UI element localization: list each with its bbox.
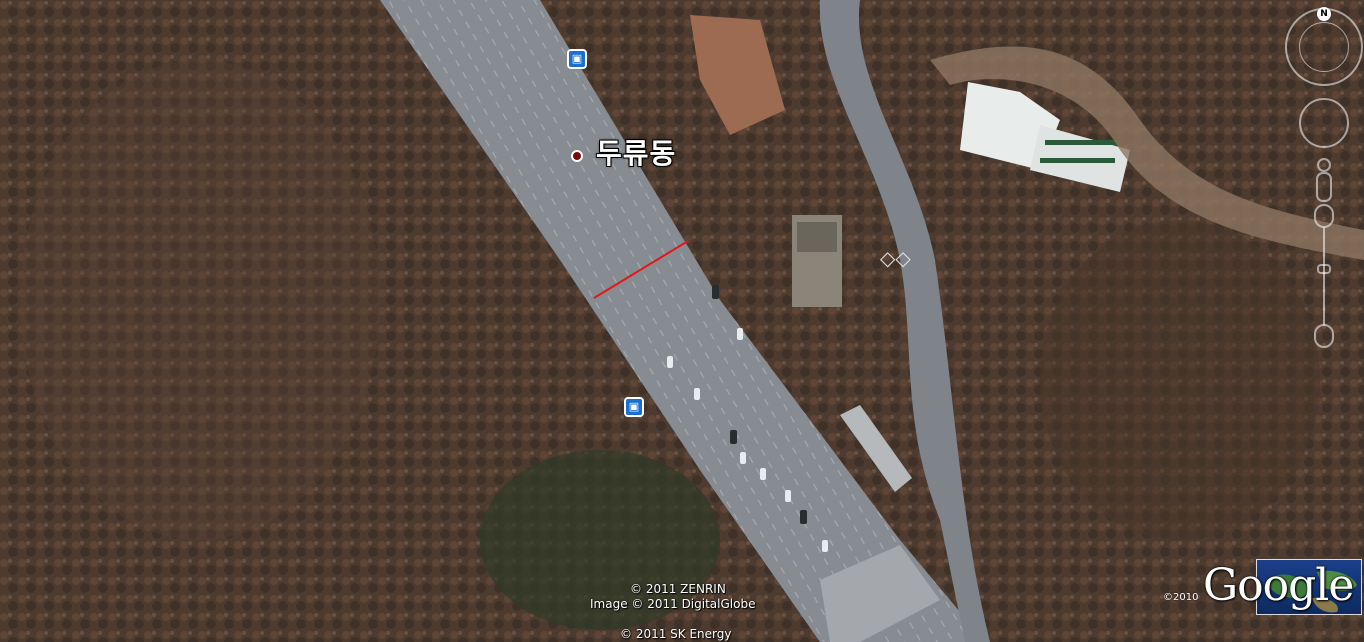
place-marker-icon[interactable]	[571, 150, 583, 162]
attribution-zenrin: © 2011 ZENRIN	[630, 582, 726, 596]
copyright-year: ©2010	[1163, 592, 1199, 603]
north-label[interactable]: N	[1317, 7, 1331, 21]
attribution-digitalglobe: Image © 2011 DigitalGlobe	[590, 597, 756, 611]
bus-stop-icon[interactable]: ▣	[624, 397, 644, 417]
google-logo: Google	[1203, 560, 1354, 611]
svg-text:◇◇: ◇◇	[880, 246, 911, 270]
satellite-map[interactable]: ◇◇ 두류동 ▣ ▣ © 2011 ZENRIN Image © 2011 Di…	[0, 0, 1364, 642]
navigation-controls: N	[1285, 5, 1363, 350]
satellite-imagery: ◇◇	[0, 0, 1364, 642]
zoom-slider-icon[interactable]	[1313, 203, 1335, 349]
place-label[interactable]: 두류동	[596, 132, 676, 172]
compass-inner-ring	[1299, 22, 1349, 72]
street-view-person-icon[interactable]	[1312, 157, 1336, 205]
look-joystick-icon[interactable]	[1299, 98, 1349, 148]
bus-stop-icon[interactable]: ▣	[567, 49, 587, 69]
attribution-sk-energy: © 2011 SK Energy	[620, 627, 732, 641]
